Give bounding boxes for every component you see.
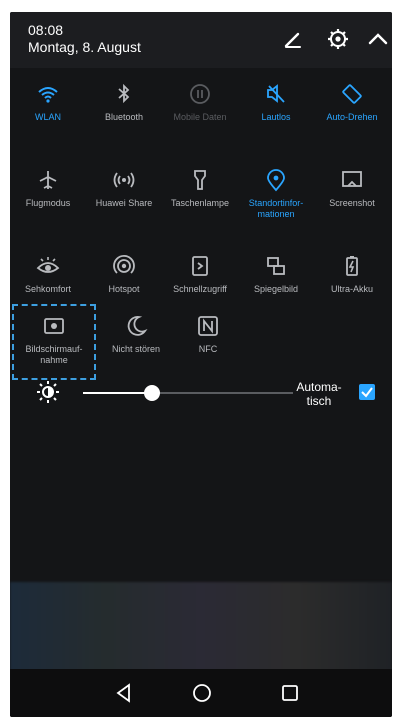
tile-label: Ultra-Akku	[330, 284, 373, 294]
tile-label: Mobile Daten	[173, 112, 227, 122]
brightness-slider-handle[interactable]	[144, 385, 161, 401]
recents-button[interactable]	[278, 681, 302, 705]
tile-label: Schnellzugriff	[173, 284, 227, 294]
tile-auto-drehen[interactable]: Auto-Drehen	[314, 78, 390, 148]
tile-standortinformationen[interactable]: Standortinfor- mationen	[238, 164, 314, 234]
moon-icon	[124, 314, 148, 338]
checkmark-icon	[361, 387, 373, 398]
tile-spiegelbild[interactable]: Spiegelbild	[238, 250, 314, 320]
tile-wlan[interactable]: WLAN	[10, 78, 86, 148]
tile-taschenlampe[interactable]: Taschenlampe	[162, 164, 238, 234]
tile-screenshot[interactable]: Screenshot	[314, 164, 390, 234]
wifi-icon	[36, 82, 60, 106]
tile-label: Hotspot	[108, 284, 140, 294]
screenshot-icon	[340, 168, 364, 192]
flashlight-icon	[188, 168, 212, 192]
tile-mobile-data[interactable]: Mobile Daten	[162, 78, 238, 148]
tile-label: Standortinfor- mationen	[248, 198, 304, 219]
collapse-icon[interactable]	[365, 26, 391, 52]
tile-flugmodus[interactable]: Flugmodus	[10, 164, 86, 234]
tile-nfc[interactable]: NFC	[170, 310, 246, 380]
mirror-icon	[264, 254, 288, 278]
background-wallpaper	[10, 582, 392, 672]
tile-label: Lautlos	[261, 112, 291, 122]
clock: 08:08	[28, 22, 64, 38]
mobile-data-icon	[188, 82, 212, 106]
tile-label: Bluetooth	[104, 112, 144, 122]
tile-label: Nicht stören	[111, 344, 161, 354]
tile-nicht-stoeren[interactable]: Nicht stören	[98, 310, 174, 380]
settings-icon[interactable]	[325, 26, 351, 52]
tile-bluetooth[interactable]: Bluetooth	[86, 78, 162, 148]
tile-label: Screenshot	[329, 198, 375, 208]
screen-record-icon	[42, 314, 66, 338]
bluetooth-icon	[112, 82, 136, 106]
quick-access-icon	[188, 254, 212, 278]
brightness-fill	[83, 392, 153, 394]
brightness-icon	[36, 380, 60, 404]
tile-label: NFC	[198, 344, 218, 354]
share-icon	[112, 168, 136, 192]
tile-ultra-akku[interactable]: Ultra-Akku	[314, 250, 390, 320]
location-icon	[264, 168, 288, 192]
tile-lautlos[interactable]: Lautlos	[238, 78, 314, 148]
home-button[interactable]	[190, 681, 214, 705]
tile-label: Sehkomfort	[24, 284, 72, 294]
rotate-icon	[340, 82, 364, 106]
brightness-row: Automa- tisch	[10, 372, 392, 412]
tile-huawei-share[interactable]: Huawei Share	[86, 164, 162, 234]
tile-label: Flugmodus	[25, 198, 71, 208]
back-button[interactable]	[112, 681, 136, 705]
tile-label: Bildschirmauf- nahme	[25, 344, 83, 365]
mute-icon	[264, 82, 288, 106]
tile-label: Spiegelbild	[253, 284, 299, 294]
auto-brightness-checkbox[interactable]	[359, 384, 375, 400]
hotspot-icon	[112, 254, 136, 278]
edit-icon[interactable]	[280, 26, 306, 52]
airplane-icon	[36, 168, 60, 192]
home-icon	[193, 684, 211, 702]
tile-label: Huawei Share	[95, 198, 153, 208]
date-label: Montag, 8. August	[28, 39, 141, 55]
tile-label: WLAN	[34, 112, 61, 122]
notification-panel: 08:08 Montag, 8. August WLAN Bluetooth M…	[10, 12, 392, 717]
nfc-icon	[196, 314, 220, 338]
auto-brightness-label: Automa- tisch	[296, 380, 342, 408]
eye-comfort-icon	[36, 254, 60, 278]
tile-label: Taschenlampe	[170, 198, 230, 208]
recents-icon	[282, 685, 298, 701]
tile-label: Auto-Drehen	[326, 112, 378, 122]
back-icon	[116, 683, 130, 703]
battery-icon	[340, 254, 364, 278]
navigation-bar	[10, 669, 392, 717]
tile-bildschirmaufnahme[interactable]: Bildschirmauf- nahme	[12, 304, 96, 380]
status-header: 08:08 Montag, 8. August	[10, 12, 392, 68]
